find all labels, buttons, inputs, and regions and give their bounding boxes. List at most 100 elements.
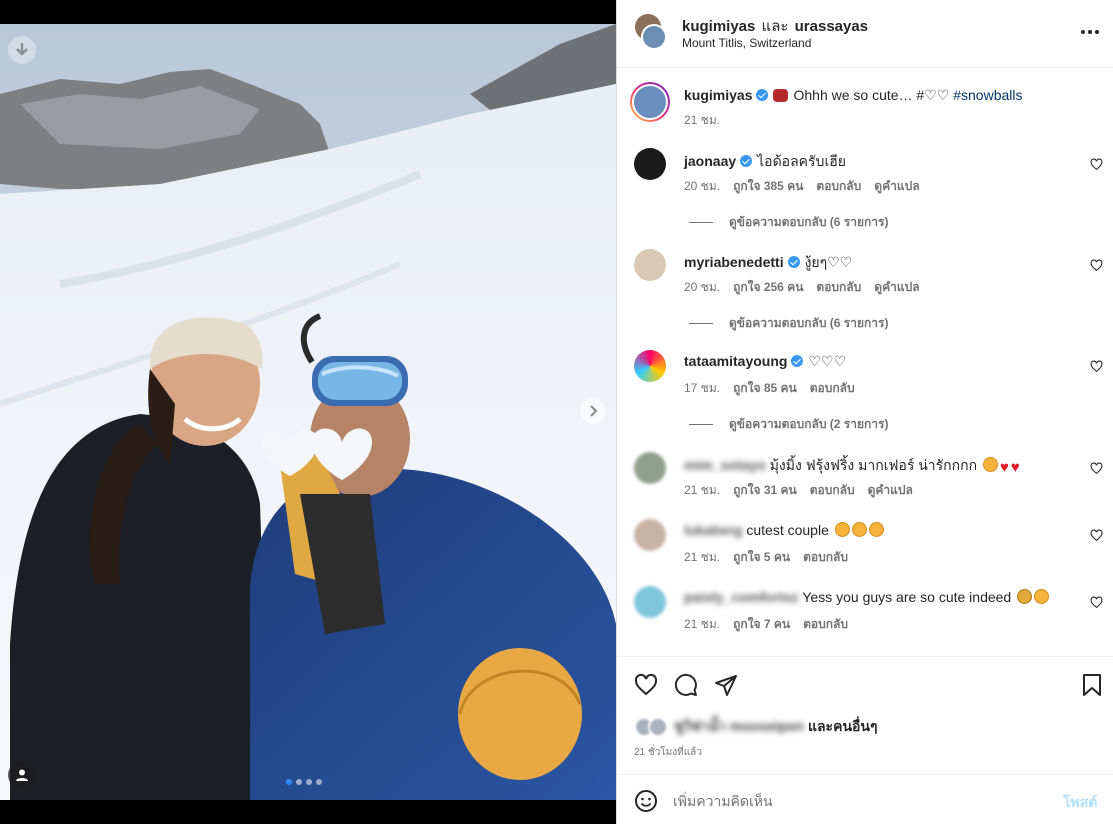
comment-text: Yess you guys are so cute indeed (802, 589, 1012, 605)
star-eyes-emoji-icon (834, 522, 850, 537)
username-link[interactable]: lukaberg (684, 522, 742, 538)
send-icon[interactable] (714, 673, 738, 697)
avatar[interactable] (641, 24, 667, 50)
avatar[interactable] (634, 452, 666, 484)
likes-count[interactable]: ถูกใจ 7 คน (733, 617, 790, 631)
carousel-dot (286, 779, 292, 785)
timestamp: 17 ชม. (684, 381, 721, 395)
view-replies-button[interactable]: ดูข้อความตอบกลับ (6 รายการ) (689, 213, 888, 232)
timestamp: 21 ชม. (684, 483, 721, 497)
carousel-next-button[interactable] (580, 398, 606, 424)
username-link[interactable]: tataamitayoung (684, 353, 787, 369)
reply-button[interactable]: ตอบกลับ (816, 280, 861, 294)
avatar[interactable] (634, 249, 666, 281)
timestamp: 20 ชม. (684, 280, 721, 294)
location-link[interactable]: Mount Titlis, Switzerland (682, 36, 811, 50)
liked-by-users[interactable]: ชูวิช่าน้ำ mooseipen (674, 716, 804, 738)
download-button[interactable] (8, 36, 36, 64)
comment-meta: 17 ชม. ถูกใจ 85 คน ตอบกลับ (684, 379, 868, 398)
comment-text: ♡♡♡ (808, 353, 847, 369)
carousel-dots (286, 779, 322, 785)
comment-input[interactable] (673, 789, 1043, 813)
liked-by-avatars (634, 717, 668, 737)
more-horizontal-icon (1088, 30, 1092, 34)
username-link[interactable]: myriabenedetti (684, 254, 784, 270)
translate-button[interactable]: ดูคำแปล (874, 280, 919, 294)
download-arrow-icon (16, 43, 28, 56)
timestamp: 21 ชม. (684, 617, 721, 631)
more-horizontal-icon (1081, 30, 1085, 34)
couple-emoji-icon (773, 89, 789, 102)
verified-badge-icon (756, 89, 769, 101)
likes-count[interactable]: ถูกใจ 256 คน (733, 280, 803, 294)
verified-badge-icon (791, 355, 804, 367)
comment-line: mim_sotayo มุ้งมิ้ง ฟรุ้งฟริ้ง มากเฟอร์ น… (684, 455, 1020, 477)
reply-button[interactable]: ตอบกลับ (810, 381, 855, 395)
comment-text: ไอด้อลครับเฮีย (757, 153, 846, 169)
post-actions: ชูวิช่าน้ำ mooseipen และคนอื่นๆ 21 ชั่วโ… (617, 656, 1113, 774)
comment-icon[interactable] (674, 673, 698, 697)
translate-button[interactable]: ดูคำแปล (868, 483, 913, 497)
heart-icon[interactable] (634, 673, 658, 697)
post-side-panel: kugimiyas และ urassayas Mount Titlis, Sw… (616, 0, 1113, 824)
view-replies-button[interactable]: ดูข้อความตอบกลับ (2 รายการ) (689, 415, 888, 434)
username-link[interactable]: kugimiyas (682, 18, 755, 35)
comment-line: paisly_comfortsz Yess you guys are so cut… (684, 589, 1050, 605)
avatar[interactable] (634, 350, 666, 382)
likes-count[interactable]: ถูกใจ 31 คน (733, 483, 797, 497)
collab-usernames: kugimiyas และ urassayas (682, 14, 868, 38)
reply-button[interactable]: ตอบกลับ (803, 617, 848, 631)
bookmark-icon[interactable] (1080, 673, 1104, 697)
reply-button[interactable]: ตอบกลับ (810, 483, 855, 497)
tagged-users-button[interactable] (8, 761, 36, 789)
liked-by[interactable]: ชูวิช่าน้ำ mooseipen และคนอื่นๆ (634, 717, 878, 737)
post-media[interactable] (0, 24, 616, 800)
comment-line: myriabenedetti งู้ยๆ♡♡ (684, 252, 852, 274)
like-comment-heart-icon[interactable] (1090, 158, 1103, 171)
star-eyes-emoji-icon (1034, 589, 1050, 604)
chevron-right-icon (590, 405, 598, 417)
caption-time: 21 ชม. (684, 111, 733, 130)
username-link[interactable]: mim_sotayo (684, 457, 766, 473)
username-link[interactable]: paisly_comfortsz (684, 589, 798, 605)
likes-count[interactable]: ถูกใจ 5 คน (733, 550, 790, 564)
avatar[interactable] (634, 148, 666, 180)
liked-by-others-link[interactable]: และคนอื่นๆ (808, 716, 878, 738)
avatar[interactable] (634, 519, 666, 551)
more-options-button[interactable] (1078, 22, 1102, 42)
likes-count[interactable]: ถูกใจ 385 คน (733, 179, 803, 193)
add-comment-bar: โพสต์ (617, 774, 1113, 824)
like-comment-heart-icon[interactable] (1090, 360, 1103, 373)
like-comment-heart-icon[interactable] (1090, 596, 1103, 609)
smiley-icon[interactable] (634, 789, 658, 813)
more-horizontal-icon (1095, 30, 1099, 34)
translate-button[interactable]: ดูคำแปล (874, 179, 919, 193)
reply-button[interactable]: ตอบกลับ (803, 550, 848, 564)
and-text: และ (761, 18, 789, 35)
hashtag-link[interactable]: #snowballs (953, 87, 1022, 103)
timestamp: 20 ชม. (684, 179, 721, 193)
like-comment-heart-icon[interactable] (1090, 529, 1103, 542)
timestamp: 21 ชม. (684, 113, 721, 127)
like-comment-heart-icon[interactable] (1090, 259, 1103, 272)
reply-button[interactable]: ตอบกลับ (816, 179, 861, 193)
comment-text: มุ้งมิ้ง ฟรุ้งฟริ้ง มากเฟอร์ น่ารักกกก (769, 457, 978, 473)
view-replies-button[interactable]: ดูข้อความตอบกลับ (6 รายการ) (689, 314, 888, 333)
timestamp: 21 ชม. (684, 550, 721, 564)
verified-badge-icon (787, 256, 800, 268)
comments-list[interactable]: kugimiyas Ohhh we so cute… #♡♡ #snowballs… (617, 68, 1113, 656)
like-comment-heart-icon[interactable] (1090, 462, 1103, 475)
username-link[interactable]: urassayas (795, 18, 868, 35)
avatar[interactable] (630, 82, 670, 122)
comment-meta: 21 ชม. ถูกใจ 7 คน ตอบกลับ (684, 615, 861, 634)
carousel-dot (316, 779, 322, 785)
username-link[interactable]: jaonaay (684, 153, 736, 169)
avatar[interactable] (634, 586, 666, 618)
star-eyes-emoji-icon (851, 522, 867, 537)
username-link[interactable]: kugimiyas (684, 87, 752, 103)
likes-count[interactable]: ถูกใจ 85 คน (733, 381, 797, 395)
comment-text: cutest couple (746, 522, 829, 538)
post-comment-button[interactable]: โพสต์ (1063, 792, 1097, 814)
post-timestamp: 21 ชั่วโมงที่แล้ว (634, 747, 702, 758)
carousel-dot (296, 779, 302, 785)
